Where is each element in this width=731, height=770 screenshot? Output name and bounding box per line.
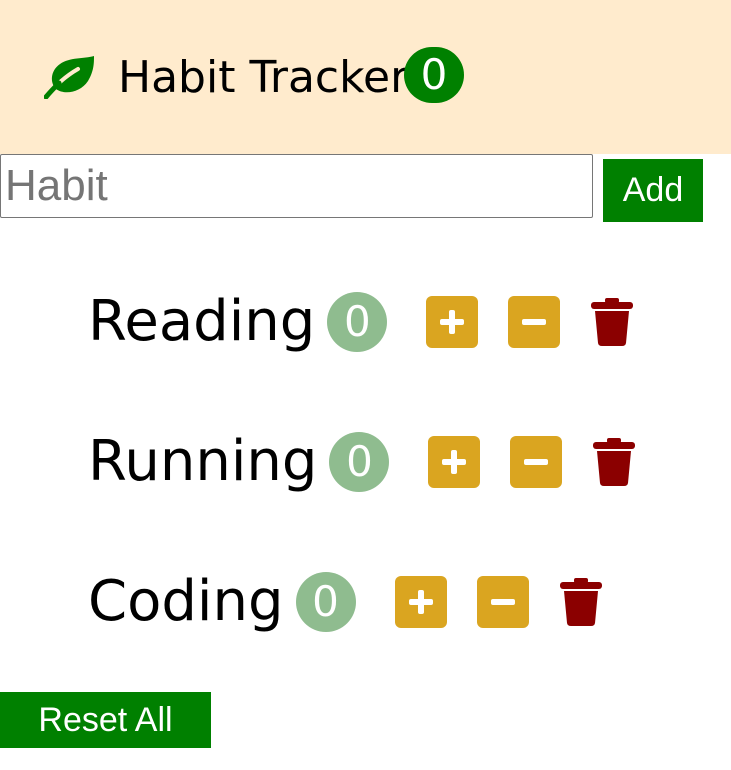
minus-icon: [490, 599, 515, 605]
plus-icon: [440, 310, 465, 334]
habit-row-reading: Reading 0: [88, 292, 634, 352]
add-button[interactable]: Add: [603, 159, 703, 222]
app-header: Habit Tracker 0: [0, 0, 731, 154]
decrement-button[interactable]: [510, 436, 563, 488]
increment-button[interactable]: [394, 576, 447, 628]
decrement-button[interactable]: [476, 576, 529, 628]
habit-count-badge: 0: [329, 432, 390, 492]
increment-button[interactable]: [426, 296, 479, 348]
delete-button[interactable]: [592, 436, 636, 488]
habit-name: Reading: [88, 289, 316, 354]
delete-button[interactable]: [590, 296, 634, 348]
habit-name: Coding: [88, 569, 284, 634]
habit-input[interactable]: [0, 154, 593, 218]
delete-button[interactable]: [559, 576, 603, 628]
app-title: Habit Tracker: [118, 52, 409, 103]
habit-count-badge: 0: [295, 572, 356, 632]
minus-icon: [522, 319, 547, 325]
habit-name: Running: [88, 429, 318, 494]
reset-all-button[interactable]: Reset All: [0, 692, 211, 748]
plus-icon: [442, 450, 467, 474]
trash-icon: [591, 298, 634, 346]
habit-count-badge: 0: [327, 292, 388, 352]
habit-row-coding: Coding 0: [88, 572, 603, 632]
trash-icon: [593, 438, 636, 486]
leaf-icon: [44, 56, 94, 99]
decrement-button[interactable]: [508, 296, 561, 348]
minus-icon: [524, 459, 549, 465]
total-count-badge: 0: [404, 47, 464, 103]
increment-button[interactable]: [428, 436, 481, 488]
trash-icon: [559, 578, 602, 626]
habit-row-running: Running 0: [88, 432, 636, 492]
plus-icon: [408, 590, 433, 614]
